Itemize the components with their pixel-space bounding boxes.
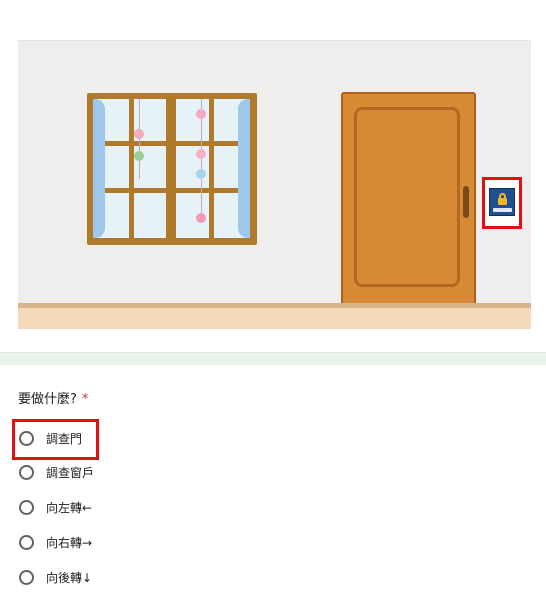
- question-title: 要做什麼? *: [18, 388, 88, 407]
- option-label: 調查窗戶: [46, 465, 95, 480]
- radio-button[interactable]: [19, 430, 34, 446]
- radio-button[interactable]: [19, 534, 34, 550]
- wall-edge: [18, 40, 531, 41]
- right-curtain: [238, 99, 250, 238]
- option-label: 向後轉↓: [46, 570, 93, 585]
- option-investigate-door[interactable]: 調查門: [19, 428, 82, 448]
- required-asterisk: *: [81, 392, 89, 407]
- ornament: [134, 129, 144, 139]
- option-label: 調查門: [46, 431, 83, 446]
- option-label: 向右轉→: [46, 535, 93, 550]
- ornament-string: [139, 99, 140, 179]
- ornament: [196, 109, 206, 119]
- option-turn-back[interactable]: 向後轉↓: [19, 567, 92, 587]
- lock-panel-icon[interactable]: [489, 188, 515, 216]
- ornament: [196, 213, 206, 223]
- window: [87, 93, 257, 245]
- lock-body: [498, 198, 507, 205]
- ornament: [196, 149, 206, 159]
- door-handle: [463, 186, 469, 218]
- door-panel: [354, 107, 460, 287]
- section-divider: [0, 352, 546, 365]
- door-lock-highlight[interactable]: [482, 177, 522, 229]
- radio-button[interactable]: [19, 569, 34, 585]
- lock-keypad: [493, 208, 512, 212]
- ornament: [134, 151, 144, 161]
- option-investigate-window[interactable]: 調查窗戶: [19, 462, 94, 482]
- window-pane: [134, 193, 166, 238]
- option-turn-left[interactable]: 向左轉←: [19, 497, 92, 517]
- window-pane: [176, 99, 209, 141]
- ornament: [196, 169, 206, 179]
- radio-button[interactable]: [19, 499, 34, 515]
- radio-button[interactable]: [19, 464, 34, 480]
- question-text: 要做什麼?: [18, 392, 77, 407]
- door: [341, 92, 476, 305]
- left-curtain: [93, 99, 105, 238]
- room-scene-image: [18, 40, 531, 329]
- option-label: 向左轉←: [46, 500, 93, 515]
- floor: [18, 308, 531, 329]
- option-turn-right[interactable]: 向右轉→: [19, 532, 92, 552]
